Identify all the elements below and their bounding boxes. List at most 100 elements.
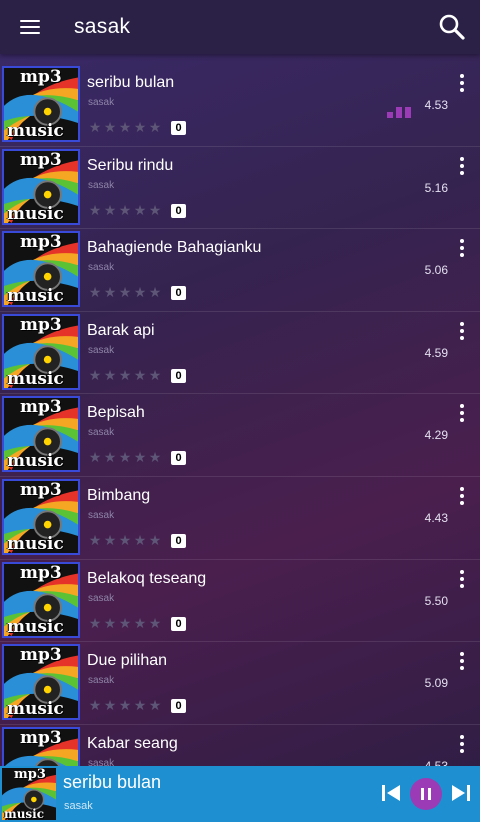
star-icon[interactable]: ★ xyxy=(133,450,147,464)
mini-player[interactable]: mp3 music seribu bulan sasak xyxy=(0,766,480,822)
song-artist: sasak xyxy=(88,757,115,766)
more-options-icon[interactable] xyxy=(458,404,466,424)
star-icon[interactable]: ★ xyxy=(133,698,147,712)
album-art: mp3music xyxy=(2,313,80,390)
star-icon[interactable]: ★ xyxy=(88,450,102,464)
star-icon[interactable]: ★ xyxy=(148,120,162,134)
previous-button[interactable] xyxy=(380,782,402,804)
song-duration: 4.59 xyxy=(424,345,448,360)
song-duration: 4.29 xyxy=(424,428,448,443)
more-options-icon[interactable] xyxy=(458,156,466,177)
rating-count-badge: 0 xyxy=(171,533,186,548)
star-icon[interactable]: ★ xyxy=(118,533,132,547)
star-icon[interactable]: ★ xyxy=(88,203,102,217)
song-title: Bepisah xyxy=(87,404,145,422)
skip-previous-icon xyxy=(382,785,400,801)
rating-count-badge: 0 xyxy=(171,203,186,218)
star-icon[interactable]: ★ xyxy=(88,285,102,299)
song-row[interactable]: mp3 music Belakoq teseang sasak ★ ★ ★ ★ ★ 0 5.50 xyxy=(0,560,480,643)
star-icon[interactable]: ★ xyxy=(88,120,102,134)
star-icon[interactable]: ★ xyxy=(88,368,102,382)
star-icon[interactable]: ★ xyxy=(148,533,162,547)
star-icon[interactable]: ★ xyxy=(103,203,117,217)
player-artist: sasak xyxy=(64,800,93,812)
star-icon[interactable]: ★ xyxy=(148,698,162,712)
star-icon[interactable]: ★ xyxy=(118,203,132,217)
star-rating[interactable]: ★ ★ ★ ★ ★ xyxy=(88,698,162,712)
rating-count-badge: 0 xyxy=(171,451,186,466)
star-rating[interactable]: ★ ★ ★ ★ ★ xyxy=(88,616,162,630)
album-art: mp3music xyxy=(2,478,80,555)
star-rating[interactable]: ★ ★ ★ ★ ★ xyxy=(88,285,162,299)
song-title: Kabar seang xyxy=(87,734,178,752)
song-row[interactable]: mp3 music Bepisah sasak ★ ★ ★ ★ ★ 0 4.29 xyxy=(0,394,480,477)
rating-count-badge: 0 xyxy=(171,286,186,301)
more-options-icon[interactable] xyxy=(458,239,466,259)
song-row[interactable]: mp3musicKabar seangsasak★★★★★04.53 xyxy=(0,725,480,766)
star-icon[interactable]: ★ xyxy=(148,368,162,382)
song-row[interactable]: mp3 music Bahagiende Bahagianku sasak ★ ★ ★ ★ ★ 0… xyxy=(0,229,480,312)
star-icon[interactable]: ★ xyxy=(103,533,117,547)
star-icon[interactable]: ★ xyxy=(103,285,117,299)
search-icon xyxy=(439,14,465,40)
star-icon[interactable]: ★ xyxy=(118,120,132,134)
pause-icon xyxy=(421,788,424,800)
song-row[interactable]: mp3 music Barak api sasak ★ ★ ★ ★ ★ 0 4.59 xyxy=(0,312,480,395)
song-row[interactable]: mp3 music Bimbang sasak ★ ★ ★ ★ ★ 0 4.43 xyxy=(0,477,480,560)
song-duration: 5.06 xyxy=(424,263,448,278)
more-options-icon[interactable] xyxy=(458,321,466,342)
star-icon[interactable]: ★ xyxy=(133,120,147,134)
star-icon[interactable]: ★ xyxy=(148,450,162,464)
star-icon[interactable]: ★ xyxy=(118,698,132,712)
star-icon[interactable]: ★ xyxy=(133,203,147,217)
song-artist: sasak xyxy=(88,97,115,108)
song-row[interactable]: mp3 music seribu bulan sasak ★ ★ ★ ★ ★ 0 4.53 xyxy=(0,64,480,147)
album-art: mp3music xyxy=(2,231,80,308)
song-title: Belakoq teseang xyxy=(87,569,207,587)
rating-count-badge: 0 xyxy=(171,616,186,631)
star-rating[interactable]: ★ ★ ★ ★ ★ xyxy=(88,203,162,217)
song-duration: 4.43 xyxy=(424,510,448,525)
menu-button[interactable] xyxy=(0,0,60,54)
song-list[interactable]: mp3 music seribu bulan sasak ★ ★ ★ ★ ★ 0 4.53 mp3 mu… xyxy=(0,64,480,766)
more-options-icon[interactable] xyxy=(458,734,466,755)
more-options-icon[interactable] xyxy=(458,486,466,507)
next-button[interactable] xyxy=(450,782,472,804)
star-icon[interactable]: ★ xyxy=(88,698,102,712)
star-icon[interactable]: ★ xyxy=(148,616,162,630)
star-icon[interactable]: ★ xyxy=(133,368,147,382)
song-row[interactable]: mp3 music Due pilihan sasak ★ ★ ★ ★ ★ 0 5.09 xyxy=(0,642,480,725)
star-icon[interactable]: ★ xyxy=(88,533,102,547)
star-icon[interactable]: ★ xyxy=(118,368,132,382)
star-icon[interactable]: ★ xyxy=(133,533,147,547)
more-options-icon[interactable] xyxy=(458,569,466,590)
star-icon[interactable]: ★ xyxy=(148,203,162,217)
song-artist: sasak xyxy=(88,509,115,521)
menu-icon xyxy=(20,20,40,35)
star-rating[interactable]: ★ ★ ★ ★ ★ xyxy=(88,533,162,547)
star-icon[interactable]: ★ xyxy=(88,616,102,630)
star-icon[interactable]: ★ xyxy=(118,450,132,464)
star-icon[interactable]: ★ xyxy=(103,616,117,630)
star-icon[interactable]: ★ xyxy=(118,616,132,630)
star-icon[interactable]: ★ xyxy=(118,285,132,299)
star-icon[interactable]: ★ xyxy=(103,368,117,382)
star-icon[interactable]: ★ xyxy=(133,616,147,630)
star-icon[interactable]: ★ xyxy=(133,285,147,299)
star-rating[interactable]: ★ ★ ★ ★ ★ xyxy=(88,120,162,134)
rating-count-badge: 0 xyxy=(171,121,186,135)
star-icon[interactable]: ★ xyxy=(103,450,117,464)
album-art: mp3music xyxy=(2,726,80,766)
more-options-icon[interactable] xyxy=(458,652,466,672)
pause-button[interactable] xyxy=(410,778,442,810)
star-icon[interactable]: ★ xyxy=(103,120,117,134)
more-options-icon[interactable] xyxy=(458,74,466,94)
star-icon[interactable]: ★ xyxy=(103,698,117,712)
song-artist: sasak xyxy=(88,675,115,687)
song-row[interactable]: mp3 music Seribu rindu sasak ★ ★ ★ ★ ★ 0 5.16 xyxy=(0,147,480,230)
star-rating[interactable]: ★ ★ ★ ★ ★ xyxy=(88,368,162,382)
song-title: seribu bulan xyxy=(87,74,175,91)
search-button[interactable] xyxy=(438,13,466,41)
star-icon[interactable]: ★ xyxy=(148,285,162,299)
star-rating[interactable]: ★ ★ ★ ★ ★ xyxy=(88,450,162,464)
